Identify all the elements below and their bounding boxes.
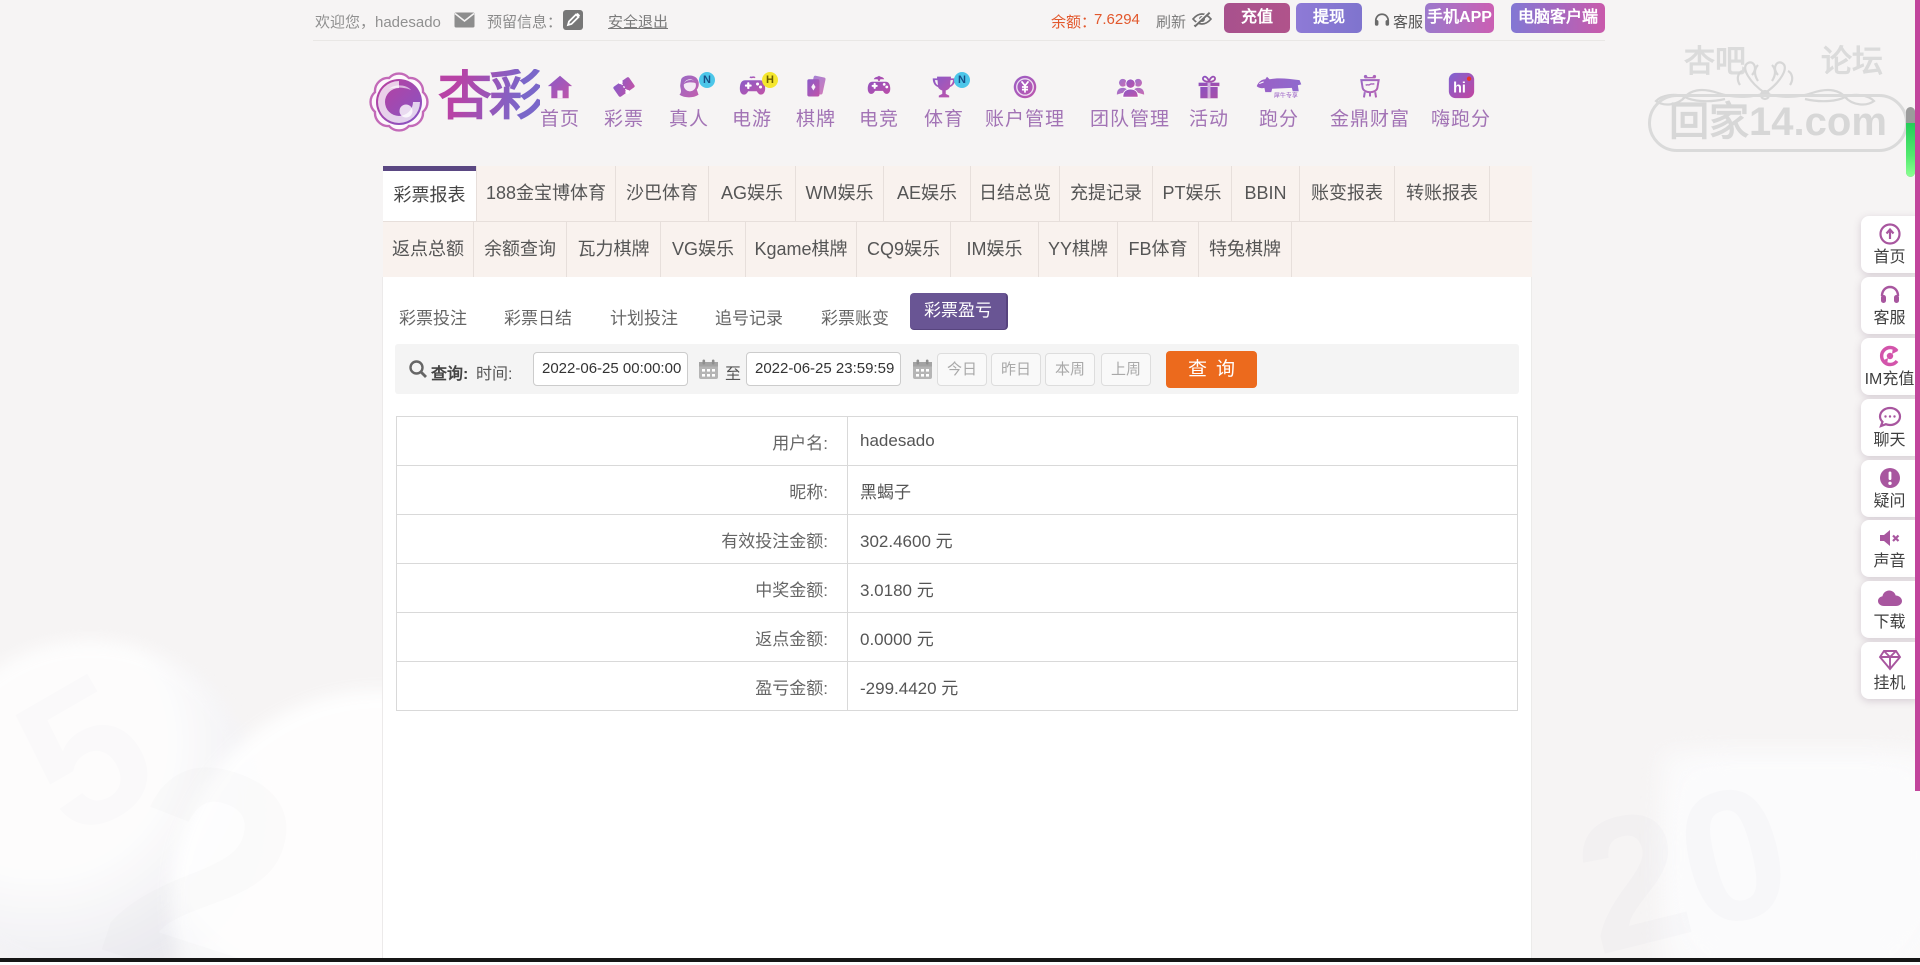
svg-text:犀牛专享: 犀牛专享 xyxy=(1274,91,1298,99)
svg-text:hi: hi xyxy=(1453,80,1466,96)
